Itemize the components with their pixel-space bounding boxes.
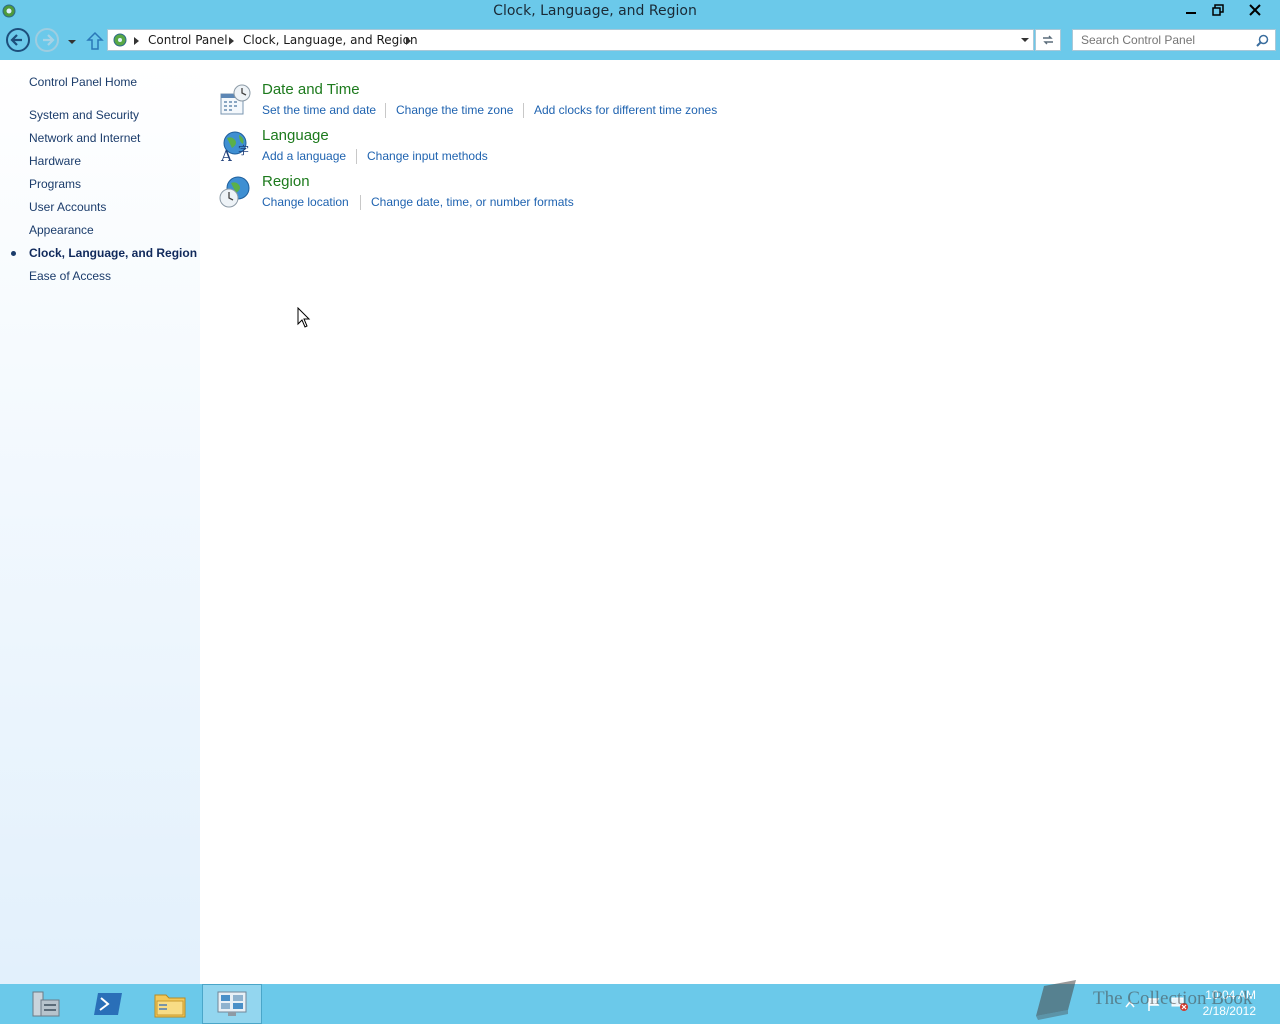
globe-clock-icon xyxy=(219,176,250,208)
forward-button[interactable] xyxy=(35,28,59,52)
region-title[interactable]: Region xyxy=(262,173,310,190)
search-input[interactable] xyxy=(1081,33,1251,47)
sidebar-item-hardware[interactable]: Hardware xyxy=(29,154,81,168)
control-panel-icon xyxy=(217,991,247,1016)
window-title: Clock, Language, and Region xyxy=(493,3,697,19)
forward-arrow-icon xyxy=(43,34,55,46)
address-bar[interactable]: Control Panel Clock, Language, and Regio… xyxy=(107,29,1034,51)
mouse-cursor-icon xyxy=(297,307,311,328)
globe-language-icon: A 字 xyxy=(220,131,249,164)
sidebar-item-appearance[interactable]: Appearance xyxy=(29,223,94,237)
breadcrumb-separator-icon[interactable] xyxy=(229,37,234,45)
task-separator xyxy=(523,103,524,118)
file-explorer-icon xyxy=(154,994,186,1018)
watermark: The Collection Book xyxy=(1030,980,1270,1022)
change-location-link[interactable]: Change location xyxy=(262,195,349,209)
sidebar-control-panel-home[interactable]: Control Panel Home xyxy=(29,75,137,89)
breadcrumb-separator-icon[interactable] xyxy=(406,37,411,45)
restore-icon xyxy=(1211,4,1224,16)
language-title[interactable]: Language xyxy=(262,127,329,144)
sidebar-item-programs[interactable]: Programs xyxy=(29,177,81,191)
book-logo-icon xyxy=(1036,980,1076,1020)
close-button[interactable] xyxy=(1240,0,1270,20)
title-bar: Clock, Language, and Region xyxy=(0,0,1280,24)
sidebar-item-user-accounts[interactable]: User Accounts xyxy=(29,200,106,214)
calendar-clock-icon xyxy=(220,84,251,115)
task-separator xyxy=(385,103,386,118)
active-item-bullet xyxy=(11,251,16,256)
taskbar-control-panel-button[interactable] xyxy=(202,984,262,1024)
svg-text:字: 字 xyxy=(238,143,249,157)
back-arrow-icon xyxy=(10,34,22,46)
search-icon[interactable] xyxy=(1256,34,1269,47)
minimize-icon xyxy=(1185,12,1196,14)
sidebar-item-clock-language-region[interactable]: Clock, Language, and Region xyxy=(29,246,197,260)
change-time-zone-link[interactable]: Change the time zone xyxy=(396,103,513,117)
navigation-toolbar: Control Panel Clock, Language, and Regio… xyxy=(0,24,1280,60)
sidebar: Control Panel Home System and Security N… xyxy=(0,60,200,984)
add-clocks-link[interactable]: Add clocks for different time zones xyxy=(534,103,717,117)
search-box[interactable] xyxy=(1072,29,1276,51)
date-and-time-title[interactable]: Date and Time xyxy=(262,81,360,98)
add-a-language-link[interactable]: Add a language xyxy=(262,149,346,163)
refresh-button[interactable] xyxy=(1035,29,1061,51)
task-separator xyxy=(356,149,357,164)
breadcrumb-clock-language-region[interactable]: Clock, Language, and Region xyxy=(243,33,418,47)
breadcrumb-control-panel[interactable]: Control Panel xyxy=(148,33,228,47)
breadcrumb-root-arrow-icon[interactable] xyxy=(134,37,139,45)
sidebar-item-ease-of-access[interactable]: Ease of Access xyxy=(29,269,111,283)
change-formats-link[interactable]: Change date, time, or number formats xyxy=(371,195,574,209)
taskbar-server-manager-button[interactable] xyxy=(16,984,74,1024)
recent-pages-dropdown-icon[interactable] xyxy=(67,38,77,46)
sidebar-item-system-and-security[interactable]: System and Security xyxy=(29,108,139,122)
svg-text:A: A xyxy=(220,147,232,164)
restore-button[interactable] xyxy=(1204,0,1231,20)
server-manager-icon xyxy=(32,991,60,1017)
powershell-icon xyxy=(94,993,122,1015)
task-separator xyxy=(360,195,361,210)
taskbar-powershell-button[interactable] xyxy=(79,984,137,1024)
refresh-icon xyxy=(1043,35,1053,45)
back-button[interactable] xyxy=(6,28,30,52)
up-arrow-icon[interactable] xyxy=(86,31,104,51)
minimize-button[interactable] xyxy=(1177,0,1204,20)
watermark-text: The Collection Book xyxy=(1093,988,1253,1009)
close-icon xyxy=(1249,4,1261,16)
sidebar-item-network-and-internet[interactable]: Network and Internet xyxy=(29,131,140,145)
set-time-and-date-link[interactable]: Set the time and date xyxy=(262,103,376,117)
taskbar-file-explorer-button[interactable] xyxy=(141,984,199,1024)
address-history-dropdown-icon[interactable] xyxy=(1020,37,1030,45)
control-panel-globe-icon xyxy=(113,33,127,47)
change-input-methods-link[interactable]: Change input methods xyxy=(367,149,488,163)
